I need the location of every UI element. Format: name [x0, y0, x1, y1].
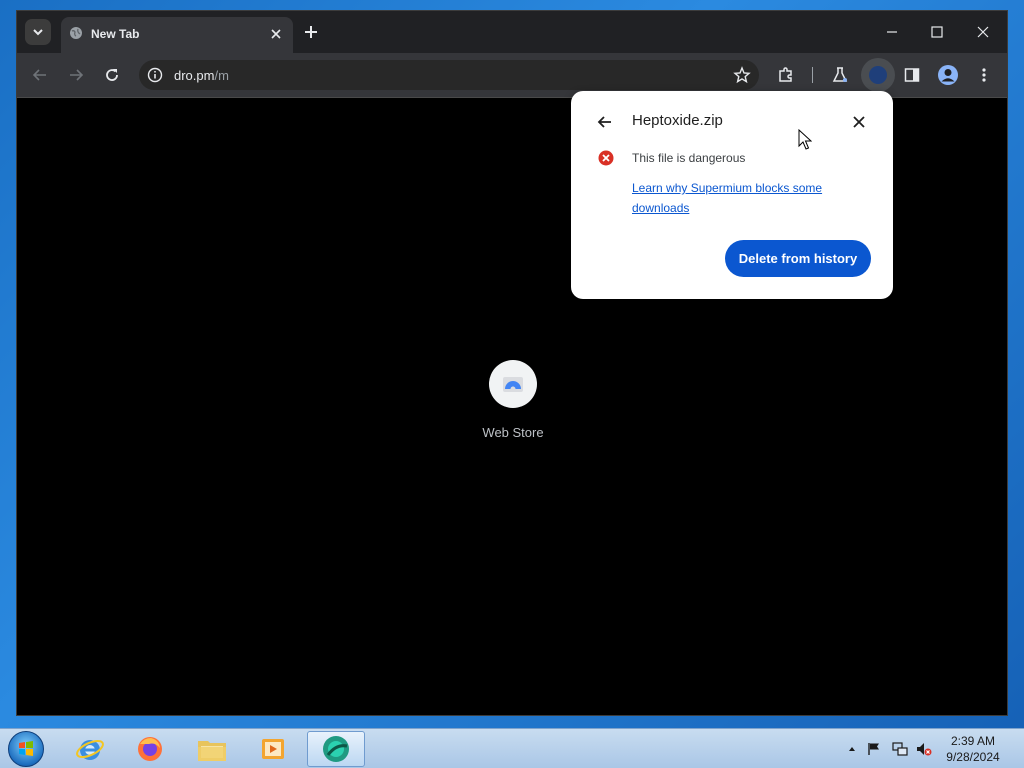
extensions-button[interactable]	[773, 62, 799, 88]
back-button[interactable]	[27, 62, 53, 88]
reload-icon	[106, 69, 118, 81]
labs-button[interactable]	[827, 62, 853, 88]
profile-button[interactable]	[935, 62, 961, 88]
url-text: dro.pm/m	[174, 68, 229, 83]
network-icon	[892, 742, 908, 756]
taskbar-supermium[interactable]	[307, 731, 365, 767]
delete-from-history-button[interactable]: Delete from history	[725, 240, 871, 277]
network-button[interactable]	[892, 741, 908, 757]
tab-close-button[interactable]	[267, 25, 285, 43]
internet-explorer-icon	[76, 739, 104, 760]
volume-button[interactable]	[916, 741, 932, 757]
volume-muted-icon	[917, 743, 932, 756]
url-path: /m	[214, 68, 229, 83]
menu-button[interactable]	[971, 62, 997, 88]
taskbar-file-explorer[interactable]	[183, 731, 241, 767]
start-button[interactable]	[6, 730, 46, 768]
back-button[interactable]	[595, 112, 615, 132]
learn-more-link[interactable]: Learn why Supermium blocks some download…	[632, 178, 862, 218]
address-bar[interactable]: dro.pm/m	[139, 60, 759, 90]
avatar-icon	[938, 65, 958, 85]
title-bar: New Tab	[17, 11, 1007, 53]
taskbar-firefox[interactable]	[121, 731, 179, 767]
error-icon	[598, 150, 614, 166]
maximize-button[interactable]	[924, 19, 950, 45]
tab-search-button[interactable]	[25, 19, 51, 45]
clock-time: 2:39 AM	[950, 734, 996, 748]
taskbar: 2:39 AM 9/28/2024	[0, 728, 1024, 768]
arrow-left-icon	[32, 69, 46, 81]
puzzle-icon	[779, 67, 792, 82]
media-player-icon	[262, 739, 284, 759]
side-panel-button[interactable]	[899, 62, 925, 88]
url-host: dro.pm	[174, 68, 215, 83]
clock-date: 9/28/2024	[946, 750, 1000, 764]
reload-button[interactable]	[99, 62, 125, 88]
forward-button[interactable]	[63, 62, 89, 88]
tab-new-tab[interactable]: New Tab	[61, 17, 293, 53]
arrow-left-icon	[597, 116, 611, 128]
download-bubble: Heptoxide.zip This file is dangerous Lea…	[571, 91, 893, 299]
chevron-up-icon	[849, 747, 855, 751]
download-filename: Heptoxide.zip	[632, 112, 723, 129]
close-icon	[853, 116, 865, 128]
firefox-icon	[138, 737, 162, 761]
info-icon[interactable]	[147, 67, 163, 83]
taskbar-media-player[interactable]	[244, 731, 302, 767]
flag-icon	[868, 743, 879, 755]
system-clock[interactable]: 2:39 AM 9/28/2024	[940, 733, 1006, 765]
supermium-icon	[323, 736, 349, 762]
arrow-right-icon	[70, 69, 84, 81]
plus-icon	[305, 26, 317, 38]
browser-window: New Tab dro.pm/m Web Store Heptoxide.zip…	[16, 10, 1008, 716]
web-store-icon	[503, 377, 523, 392]
shortcut-web-store[interactable]: Web Store	[469, 360, 557, 440]
flask-icon	[832, 67, 848, 82]
folder-icon	[198, 741, 226, 761]
downloads-button[interactable]	[861, 58, 895, 92]
mouse-cursor-icon	[798, 129, 812, 150]
close-icon	[271, 29, 281, 39]
windows-logo-icon	[8, 731, 44, 767]
close-icon	[977, 26, 989, 38]
globe-icon	[70, 27, 82, 39]
side-panel-icon	[904, 68, 920, 82]
toolbar-divider	[812, 67, 813, 83]
more-vertical-icon	[982, 68, 986, 82]
download-status: This file is dangerous	[632, 151, 746, 165]
star-icon[interactable]	[733, 66, 751, 84]
download-progress-icon	[869, 66, 887, 84]
minimize-icon	[887, 31, 897, 33]
new-tab-button[interactable]	[300, 21, 322, 43]
taskbar-internet-explorer[interactable]	[61, 731, 119, 767]
action-center-button[interactable]	[866, 741, 882, 757]
minimize-button[interactable]	[879, 19, 905, 45]
show-hidden-icons-button[interactable]	[844, 741, 860, 757]
tab-title: New Tab	[91, 27, 140, 41]
shortcut-tile	[489, 360, 537, 408]
shortcut-label: Web Store	[482, 425, 544, 440]
window-close-button[interactable]	[970, 19, 996, 45]
chevron-down-icon	[33, 29, 43, 36]
bubble-close-button[interactable]	[849, 112, 869, 132]
maximize-icon	[931, 26, 943, 38]
